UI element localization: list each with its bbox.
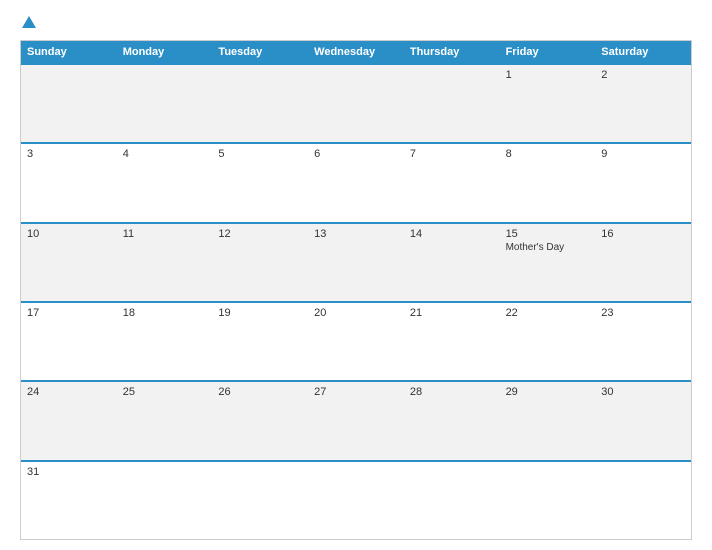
day-cell: 13: [308, 224, 404, 301]
calendar-page: SundayMondayTuesdayWednesdayThursdayFrid…: [0, 0, 712, 550]
day-number: 5: [218, 148, 302, 160]
day-cell: 8: [500, 144, 596, 221]
day-cell: [308, 462, 404, 539]
day-cell: 6: [308, 144, 404, 221]
day-number: 24: [27, 386, 111, 398]
day-cell: 1: [500, 65, 596, 142]
day-cell: 27: [308, 382, 404, 459]
day-cell: 23: [595, 303, 691, 380]
day-number: 2: [601, 69, 685, 81]
day-cell: 21: [404, 303, 500, 380]
logo-triangle-icon: [22, 16, 36, 28]
day-header-monday: Monday: [117, 41, 213, 63]
day-cell: 22: [500, 303, 596, 380]
logo: [20, 16, 36, 30]
day-cell: 4: [117, 144, 213, 221]
week-row-6: 31: [21, 460, 691, 539]
day-number: 4: [123, 148, 207, 160]
day-header-sunday: Sunday: [21, 41, 117, 63]
day-cell: [595, 462, 691, 539]
day-cell: 30: [595, 382, 691, 459]
day-cell: 14: [404, 224, 500, 301]
day-number: 30: [601, 386, 685, 398]
day-number: 28: [410, 386, 494, 398]
day-cell: 20: [308, 303, 404, 380]
day-cell: [21, 65, 117, 142]
day-number: 7: [410, 148, 494, 160]
day-header-tuesday: Tuesday: [212, 41, 308, 63]
day-cell: 19: [212, 303, 308, 380]
day-cell: 10: [21, 224, 117, 301]
day-cell: 7: [404, 144, 500, 221]
day-number: 10: [27, 228, 111, 240]
day-event: Mother's Day: [506, 242, 590, 253]
day-number: 12: [218, 228, 302, 240]
day-header-friday: Friday: [500, 41, 596, 63]
day-cell: 31: [21, 462, 117, 539]
day-number: 16: [601, 228, 685, 240]
day-cell: [212, 462, 308, 539]
day-number: 6: [314, 148, 398, 160]
day-cell: 11: [117, 224, 213, 301]
day-cell: 25: [117, 382, 213, 459]
day-cell: [404, 462, 500, 539]
day-number: 20: [314, 307, 398, 319]
day-number: 27: [314, 386, 398, 398]
day-number: 19: [218, 307, 302, 319]
day-cell: [500, 462, 596, 539]
day-cell: 9: [595, 144, 691, 221]
day-number: 26: [218, 386, 302, 398]
day-cell: 12: [212, 224, 308, 301]
day-number: 21: [410, 307, 494, 319]
days-header-row: SundayMondayTuesdayWednesdayThursdayFrid…: [21, 41, 691, 63]
day-number: 8: [506, 148, 590, 160]
week-row-1: 12: [21, 63, 691, 142]
day-header-thursday: Thursday: [404, 41, 500, 63]
day-cell: 2: [595, 65, 691, 142]
day-number: 14: [410, 228, 494, 240]
day-cell: 3: [21, 144, 117, 221]
day-cell: [308, 65, 404, 142]
day-number: 23: [601, 307, 685, 319]
day-cell: 15 Mother's Day: [500, 224, 596, 301]
day-number: 9: [601, 148, 685, 160]
day-number: 18: [123, 307, 207, 319]
week-rows: 123456789101112131415Mother's Day1617181…: [21, 63, 691, 539]
week-row-4: 17 18 19 20 21 22 23: [21, 301, 691, 380]
day-cell: 18: [117, 303, 213, 380]
day-number: 3: [27, 148, 111, 160]
day-number: 13: [314, 228, 398, 240]
calendar-grid: SundayMondayTuesdayWednesdayThursdayFrid…: [20, 40, 692, 540]
header: [20, 16, 692, 30]
week-row-2: 3456789: [21, 142, 691, 221]
day-number: 17: [27, 307, 111, 319]
day-cell: 26: [212, 382, 308, 459]
day-number: 1: [506, 69, 590, 81]
day-header-saturday: Saturday: [595, 41, 691, 63]
day-cell: 5: [212, 144, 308, 221]
day-cell: 17: [21, 303, 117, 380]
day-cell: [212, 65, 308, 142]
day-header-wednesday: Wednesday: [308, 41, 404, 63]
day-cell: 29: [500, 382, 596, 459]
day-number: 31: [27, 466, 111, 478]
day-number: 25: [123, 386, 207, 398]
day-cell: 24: [21, 382, 117, 459]
week-row-5: 24 25 26 27 28 29 30: [21, 380, 691, 459]
day-number: 11: [123, 228, 207, 240]
day-number: 29: [506, 386, 590, 398]
day-cell: 28: [404, 382, 500, 459]
day-cell: [117, 462, 213, 539]
day-number: 15: [506, 228, 590, 240]
day-cell: [117, 65, 213, 142]
week-row-3: 10 11 12 13 14 15 Mother's Day 16: [21, 222, 691, 301]
day-number: 22: [506, 307, 590, 319]
day-cell: [404, 65, 500, 142]
day-cell: 16: [595, 224, 691, 301]
